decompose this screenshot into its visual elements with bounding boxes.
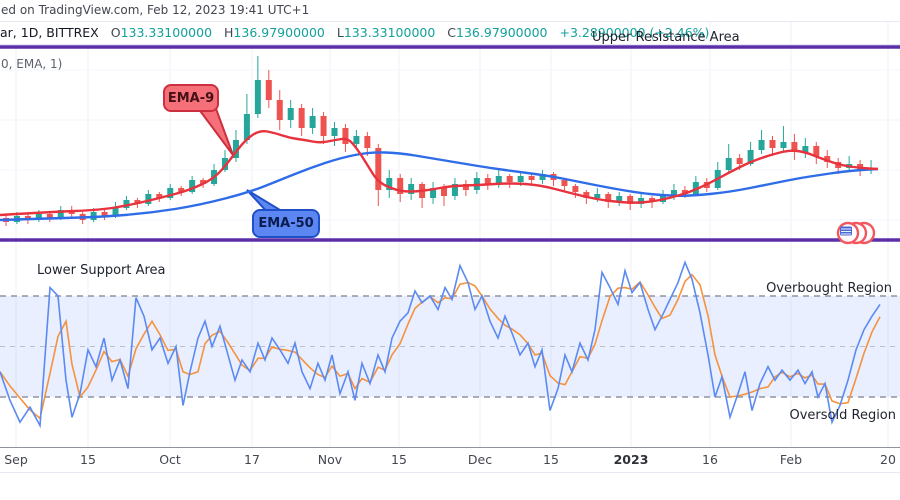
time-axis-label: 20 (880, 452, 896, 467)
bottom-separator (0, 472, 900, 473)
ema9-callout[interactable]: EMA-9 (163, 84, 219, 112)
attribution-bar: ed on TradingView.com, Feb 12, 2023 19:4… (0, 0, 900, 21)
indicator-legend-text: 0, EMA, 1) (1, 57, 63, 71)
time-axis-label: Nov (317, 452, 343, 467)
low-label: L (336, 25, 344, 40)
high-label: H (224, 25, 234, 40)
time-axis-label: 15 (543, 452, 559, 467)
open-label: O (110, 25, 121, 40)
chart-canvas[interactable] (0, 0, 900, 500)
time-axis-label: Sep (4, 452, 28, 467)
time-axis-label: 15 (80, 452, 96, 467)
flag-logo (836, 221, 876, 245)
high-value: 136.97900000 (233, 25, 325, 40)
time-axis-label: 16 (702, 452, 718, 467)
time-axis-label: Oct (159, 452, 181, 467)
time-axis-label: 15 (391, 452, 407, 467)
ema9-line (0, 129, 879, 217)
close-label: C (447, 25, 457, 40)
symbol-name[interactable]: ar, 1D, BITTREX (0, 25, 99, 40)
ema9-callout-tail (196, 104, 234, 156)
time-axis-label: Dec (467, 452, 493, 467)
time-axis-label: 2023 (613, 452, 649, 467)
lower-support-label: Lower Support Area (37, 263, 166, 278)
indicator-legend[interactable]: 0, EMA, 1) (1, 57, 62, 71)
open-value: 133.33100000 (120, 25, 213, 40)
candlestick-series (3, 56, 875, 226)
close-value: 136.97900000 (456, 25, 548, 40)
attribution-text: ed on TradingView.com, Feb 12, 2023 19:4… (1, 3, 310, 17)
ema50-callout[interactable]: EMA-50 (252, 209, 320, 238)
overbought-region-label: Overbought Region (766, 281, 892, 296)
oversold-region-label: Oversold Region (789, 408, 897, 423)
symbolbar-divider (0, 44, 900, 45)
time-axis[interactable]: Sep 15 Oct 17 Nov 15 Dec 15 2023 16 Feb 20 (0, 447, 900, 473)
low-value: 133.33100000 (343, 25, 436, 40)
time-axis-label: 17 (244, 452, 260, 467)
time-axis-label: Feb (779, 452, 803, 467)
upper-resistance-label: Upper Resistance Area (592, 30, 740, 45)
symbol-info-bar[interactable]: ar, 1D, BITTREX O133.33100000 H136.97900… (0, 22, 709, 44)
tradingview-chart-screenshot: ed on TradingView.com, Feb 12, 2023 19:4… (0, 0, 900, 500)
ema50-line (0, 151, 879, 222)
